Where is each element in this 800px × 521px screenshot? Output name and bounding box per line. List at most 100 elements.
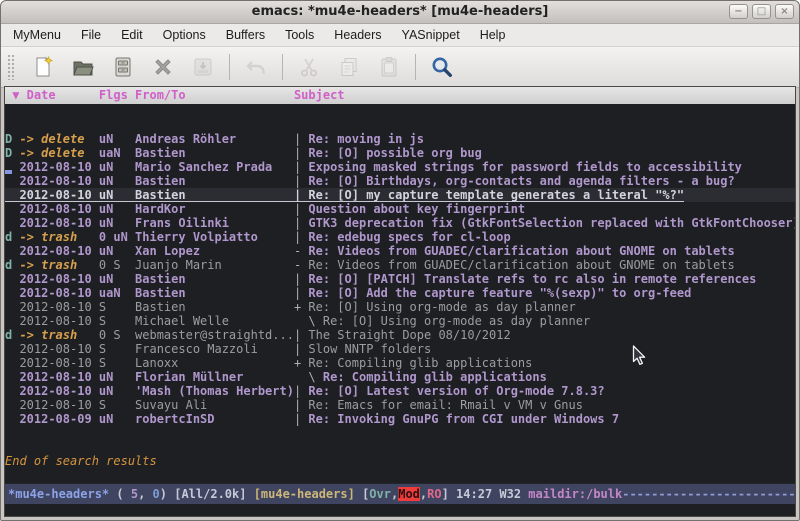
message-row[interactable]: 2012-08-10SSuvayu Ali| Re: Emacs for ema… xyxy=(5,398,795,412)
open-file-icon xyxy=(71,55,95,79)
row-date: -> delete xyxy=(19,146,98,160)
message-row[interactable]: D-> deleteuNAndreas Röhler| Re: moving i… xyxy=(5,132,795,146)
copy-icon xyxy=(337,55,361,79)
fringe-position-marker xyxy=(5,170,12,174)
row-from: Bastien xyxy=(135,300,294,314)
message-row[interactable]: d-> trash0 Swebmaster@straightd...| The … xyxy=(5,328,795,342)
row-date: 2012-08-10 xyxy=(19,300,98,314)
menu-mymenu[interactable]: MyMenu xyxy=(3,24,71,46)
menu-yasnippet[interactable]: YASnippet xyxy=(392,24,470,46)
message-row[interactable]: 2012-08-10uNXan Lopez- Re: Videos from G… xyxy=(5,244,795,258)
row-from: Bastien xyxy=(135,188,294,202)
message-row-text: 2012-08-10SFrancesco Mazzoli| Slow NNTP … xyxy=(5,342,431,356)
message-row[interactable]: 2012-08-10SMichael Welle \ Re: [O] Using… xyxy=(5,314,795,328)
row-mark: d xyxy=(5,328,19,342)
row-from: Bastien xyxy=(135,286,294,300)
save-as-button xyxy=(191,55,215,79)
new-file-button[interactable] xyxy=(31,55,55,79)
row-subject: Re: [O] [PATCH] Translate refs to rc als… xyxy=(301,272,756,286)
message-row[interactable]: 2012-08-10SFrancesco Mazzoli| Slow NNTP … xyxy=(5,342,795,356)
search-button[interactable] xyxy=(430,55,454,79)
save-buffer-button[interactable] xyxy=(111,55,135,79)
message-row[interactable]: D-> deleteuaNBastien| Re: [O] possible o… xyxy=(5,146,795,160)
window-controls: −□ × xyxy=(729,4,794,19)
message-row[interactable]: 2012-08-10uNFlorian Müllner \ Re: Compil… xyxy=(5,370,795,384)
row-mark: d xyxy=(5,230,19,244)
modeline-maildir: maildir:/bulk xyxy=(528,487,622,501)
row-subject: The Straight Dope 08/10/2012 xyxy=(301,328,511,342)
menu-tools[interactable]: Tools xyxy=(275,24,324,46)
toolbar-grip-handle[interactable] xyxy=(7,54,15,80)
row-from: Florian Müllner xyxy=(135,370,294,384)
modeline-buffer-name: *mu4e-headers* xyxy=(8,487,109,501)
row-from: Bastien xyxy=(135,146,294,160)
row-flags: uN xyxy=(99,188,135,202)
row-mark: D xyxy=(5,132,19,146)
message-row[interactable]: 2012-08-10uN'Mash (Thomas Herbert)| Re: … xyxy=(5,384,795,398)
row-subject: Re: [O] my capture template generates a … xyxy=(301,188,684,202)
menu-buffers[interactable]: Buffers xyxy=(216,24,275,46)
message-row[interactable]: 2012-08-10uNHardKor| Question about key … xyxy=(5,202,795,216)
row-flags: S xyxy=(99,398,135,412)
message-row[interactable]: 2012-08-10uNBastien| Re: [O] Birthdays, … xyxy=(5,174,795,188)
modeline-status-open-bracket: [ xyxy=(355,487,369,501)
message-row-text: 2012-08-10uNFlorian Müllner \ Re: Compil… xyxy=(5,370,547,384)
row-flags: S xyxy=(99,314,135,328)
message-row[interactable]: 2012-08-10uNBastien| Re: [O] [PATCH] Tra… xyxy=(5,272,795,286)
column-date: Date xyxy=(19,87,98,104)
row-date: -> trash xyxy=(19,230,98,244)
message-row[interactable]: 2012-08-10uNBastien| Re: [O] my capture … xyxy=(5,188,795,202)
echo-area[interactable] xyxy=(5,504,795,516)
row-date: 2012-08-10 xyxy=(19,356,98,370)
menu-help[interactable]: Help xyxy=(470,24,516,46)
row-date: 2012-08-10 xyxy=(19,286,98,300)
row-flags: uN xyxy=(99,370,135,384)
mode-line[interactable]: *mu4e-headers* ( 5, 0) [All/2.0k] [mu4e-… xyxy=(5,483,795,504)
emacs-window: emacs: *mu4e-headers* [mu4e-headers] −□×… xyxy=(0,0,800,521)
menu-edit[interactable]: Edit xyxy=(111,24,153,46)
open-file-button[interactable] xyxy=(71,55,95,79)
row-subject: Re: Videos from GUADEC/clarification abo… xyxy=(301,258,734,272)
message-row-text: 2012-08-10SSuvayu Ali| Re: Emacs for ema… xyxy=(5,398,583,412)
message-row[interactable]: 2012-08-09uNrobertcInSD| Re: Invoking Gn… xyxy=(5,412,795,426)
row-flags: S xyxy=(99,300,135,314)
row-from: Lanoxx xyxy=(135,356,294,370)
column-subject: Subject xyxy=(294,88,345,102)
message-row[interactable]: d-> trash0 SJuanjo Marin- Re: Videos fro… xyxy=(5,258,795,272)
maximize-button[interactable]: □ xyxy=(752,4,771,19)
toolbar-separator xyxy=(229,54,230,80)
row-flags: uN xyxy=(99,132,135,146)
message-row[interactable]: 2012-08-10SLanoxx+ Re: Compiling glib ap… xyxy=(5,356,795,370)
row-flags: uN xyxy=(99,174,135,188)
message-row-text: 2012-08-10SLanoxx+ Re: Compiling glib ap… xyxy=(5,356,532,370)
modeline-readonly-indicator: RO xyxy=(427,487,441,501)
save-as-icon xyxy=(191,55,215,79)
menu-options[interactable]: Options xyxy=(153,24,216,46)
message-row[interactable]: d-> trash0 uNThierry Volpiatto| Re: edeb… xyxy=(5,230,795,244)
undo-button xyxy=(244,55,268,79)
message-row-text: D-> deleteuNAndreas Röhler| Re: moving i… xyxy=(5,132,424,146)
close-buffer-button[interactable] xyxy=(151,55,175,79)
row-from: Frans Oilinki xyxy=(135,216,294,230)
menu-headers[interactable]: Headers xyxy=(324,24,391,46)
minimize-button[interactable]: − xyxy=(729,4,748,19)
modeline-modified-indicator: Mod xyxy=(398,487,420,501)
paste-button xyxy=(377,55,401,79)
message-row[interactable]: 2012-08-10uaNBastien| Re: [O] Add the ca… xyxy=(5,286,795,300)
modeline-position-open: ( xyxy=(109,487,131,501)
headers-buffer: D-> deleteuNAndreas Röhler| Re: moving i… xyxy=(5,104,795,483)
paste-icon xyxy=(377,55,401,79)
menu-file[interactable]: File xyxy=(71,24,111,46)
title-bar[interactable]: emacs: *mu4e-headers* [mu4e-headers] −□× xyxy=(1,1,799,24)
close-buffer-icon xyxy=(151,55,175,79)
message-row[interactable]: 2012-08-10SBastien+ Re: [O] Using org-mo… xyxy=(5,300,795,314)
row-flags: uN xyxy=(99,272,135,286)
row-flags: uN xyxy=(99,412,135,426)
new-file-icon xyxy=(31,55,55,79)
message-row[interactable]: 2012-08-10uNFrans Oilinki| GTK3 deprecat… xyxy=(5,216,795,230)
message-row-text: 2012-08-10uNFrans Oilinki| GTK3 deprecat… xyxy=(5,216,795,230)
close-button[interactable]: × xyxy=(775,4,794,19)
row-subject: Re: Compiling glib applications xyxy=(316,370,547,384)
message-row-text: 2012-08-10uN'Mash (Thomas Herbert)| Re: … xyxy=(5,384,605,398)
message-row[interactable]: 2012-08-10uNMario Sanchez Prada| Exposin… xyxy=(5,160,795,174)
